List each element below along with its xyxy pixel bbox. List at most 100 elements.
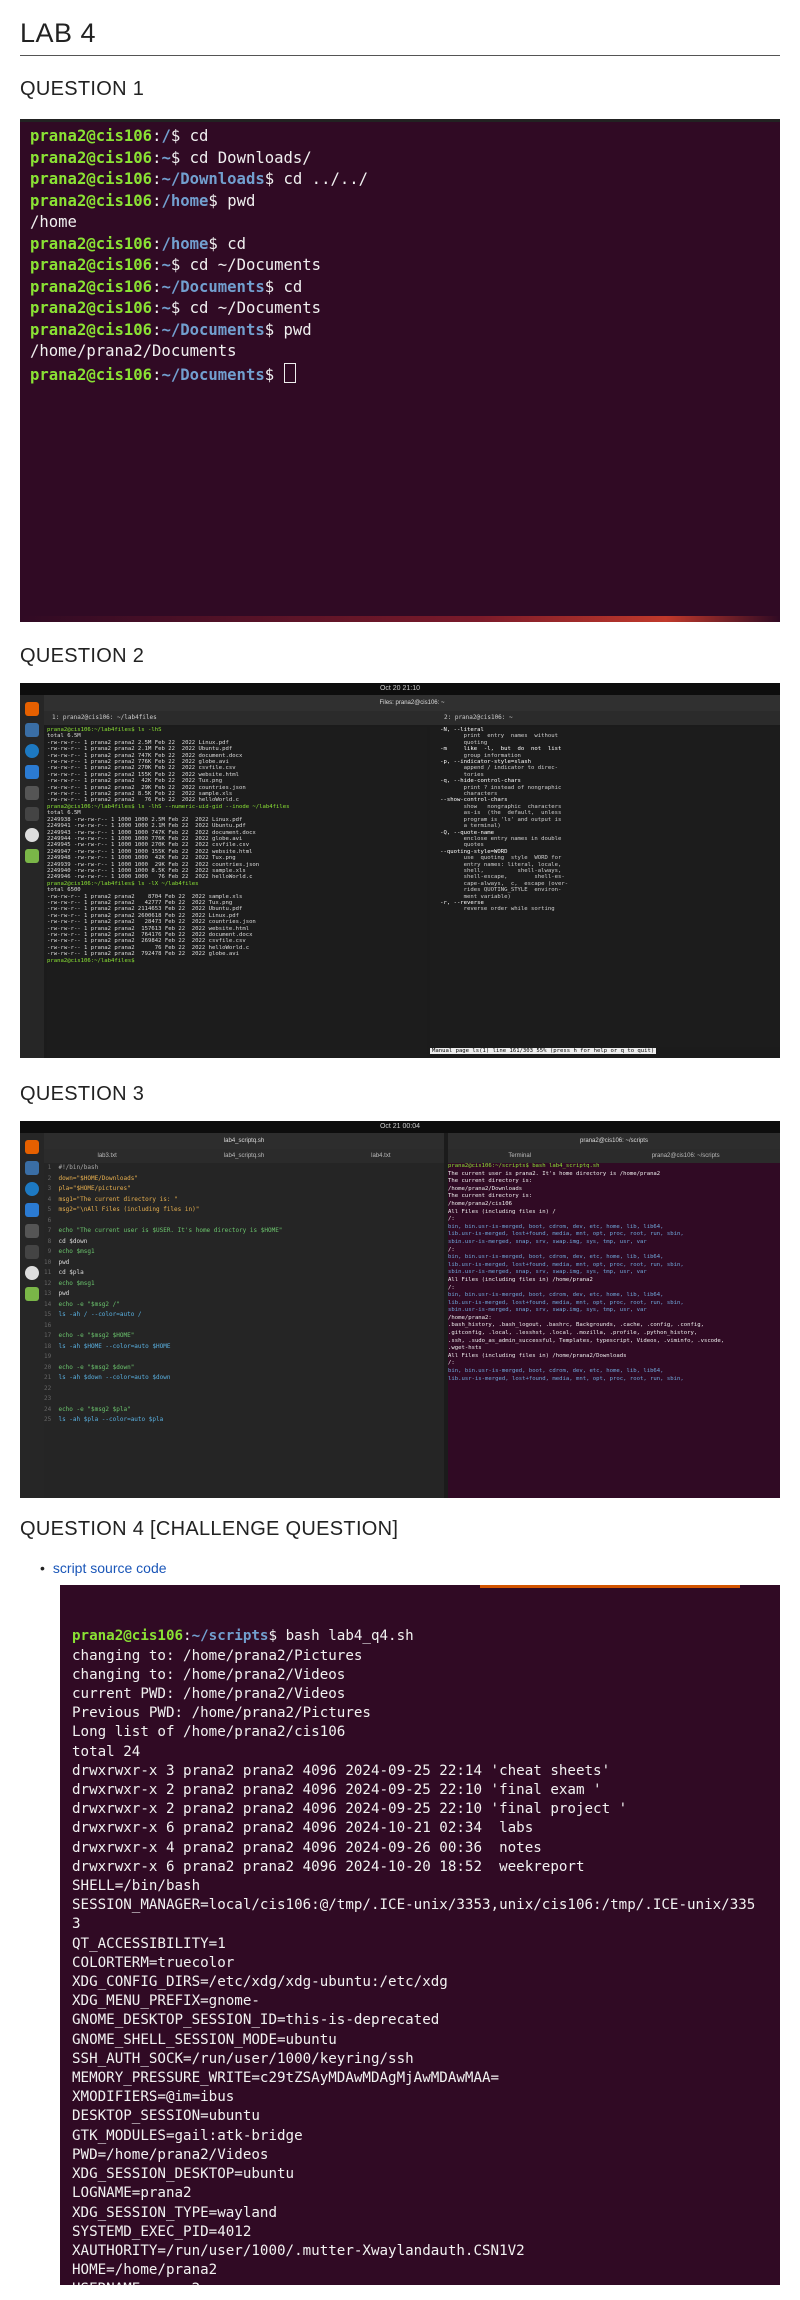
prompt-path: /home [161, 191, 209, 210]
code-line: 25 ls -ah $pla --color=auto $pla [44, 1415, 444, 1426]
terminal-pane-ls-output: prana2@cis106:~/lab4files$ ls -lhS total … [47, 727, 427, 1057]
command-text: cd Downloads/ [189, 148, 312, 167]
prompt-path: / [161, 127, 171, 145]
terminal-line: prana2@cis106:/$ cd [30, 127, 209, 145]
code-line: 23 [44, 1394, 444, 1405]
line-number: 15 [44, 1311, 59, 1318]
code-line: 18 ls -ah $HOME --color=auto $HOME [44, 1342, 444, 1353]
code-text: msg1="The current directory is: " [58, 1195, 178, 1203]
code-line: 8 cd $down [44, 1237, 444, 1248]
command-text: bash lab4_q4.sh [285, 1628, 414, 1645]
terminal-line: 3 [72, 1916, 81, 1933]
code-text: ls -ah $HOME --color=auto $HOME [58, 1342, 171, 1350]
editor-code-area[interactable]: 1 #!/bin/bash 2 down="$HOME/Downloads" 3… [44, 1163, 444, 1498]
question-3-heading: QUESTION 3 [20, 1083, 145, 1105]
question-3-desktop-screenshot: Oct 21 00:04 lab4_scriptq.sh lab3.txt lab… [20, 1121, 780, 1498]
code-text: pla="$HOME/pictures" [58, 1185, 131, 1192]
code-line: 11 cd $pla [44, 1268, 444, 1279]
tab-right[interactable]: 2: prana2@cis106: ~ [444, 714, 513, 721]
terminal-tab[interactable]: Terminal [508, 1153, 531, 1159]
terminal-line: The current directory is: [448, 1178, 533, 1185]
code-text: ls -ah $pla --color=auto $pla [58, 1416, 164, 1423]
terminal-line: sbin.usr-is-merged, snap, srv, swap.img,… [448, 1307, 647, 1314]
firefox-icon [25, 702, 39, 716]
prompt-user: prana2@cis106 [30, 320, 153, 339]
terminal-line: current PWD: /home/prana2/Videos [72, 1686, 346, 1703]
code-text: ls -ah $down --color=auto $down [58, 1374, 171, 1381]
line-number: 19 [44, 1353, 59, 1360]
trash-icon [25, 849, 39, 863]
terminal-titlebar: Files: prana2@cis106: ~ [44, 695, 780, 711]
editor-title: lab4_scriptq.sh [223, 1138, 265, 1144]
line-number: 7 [44, 1227, 59, 1234]
line-number: 17 [44, 1332, 59, 1339]
command-text: cd ~/Documents [189, 299, 322, 317]
dock [20, 695, 44, 1058]
terminal-line: SHELL=/bin/bash [72, 1878, 201, 1895]
code-line: 1 #!/bin/bash [44, 1163, 444, 1174]
command-text: cd [283, 277, 303, 296]
line-number: 6 [44, 1216, 59, 1224]
terminal-tab[interactable]: prana2@cis106: ~/scripts [652, 1153, 720, 1159]
terminal-line: sbin.usr-is-merged, snap, srv, swap.img,… [448, 1269, 647, 1276]
line-number: 21 [44, 1374, 59, 1381]
terminal-line: /: [448, 1360, 455, 1367]
code-line: 3 pla="$HOME/pictures" [44, 1184, 444, 1195]
terminal-top-accent [480, 1585, 740, 1588]
code-text: msg2="\nAll Files (including files in)" [58, 1206, 200, 1213]
terminal-line: .bash_history, .bash_logout, .bashrc, Ba… [448, 1322, 704, 1329]
line-number: 22 [44, 1384, 59, 1392]
code-line: 15 ls -ah / --color=auto / [44, 1310, 444, 1321]
prompt-path: ~/scripts [191, 1628, 269, 1645]
prompt-user: prana2@cis106 [30, 365, 153, 384]
help-icon [25, 744, 39, 758]
terminal-line: prana2@cis106:~$ cd ~/Documents [30, 299, 322, 317]
line-number: 3 [44, 1185, 59, 1192]
code-line: 4 msg1="The current directory is: " [44, 1195, 444, 1206]
terminal-line: SYSTEMD_EXEC_PID=4012 [72, 2223, 252, 2240]
command-text: pwd [227, 191, 256, 210]
terminal-line: bin, bin.usr-is-merged, boot, cdrom, dev… [448, 1254, 664, 1261]
terminal-line: prana2@cis106:~/Documents$ pwd [30, 320, 312, 339]
terminal-icon [25, 1245, 39, 1259]
tab-left[interactable]: 1: prana2@cis106: ~/lab4files [52, 714, 157, 721]
terminal-line: prana2@cis106:~$ cd Downloads/ [30, 148, 312, 167]
editor-tab[interactable]: lab4_scriptq.sh [224, 1153, 264, 1159]
command-text: cd [227, 234, 246, 253]
code-line: 14 echo -e "$msg2 /" [44, 1300, 444, 1311]
command-text: pwd [283, 320, 312, 339]
editor-tab[interactable]: lab3.txt [97, 1153, 116, 1159]
code-line: 6 [44, 1216, 444, 1227]
terminal-line: The current user is prana2. It's home di… [448, 1170, 661, 1177]
prompt-path: ~/Documents [161, 365, 265, 384]
terminal-line: .gitconfig, .local, .lesshst, .local, .m… [448, 1330, 698, 1337]
line-number: 25 [44, 1416, 59, 1423]
terminal-line: Long list of /home/prana2/cis106 [72, 1724, 346, 1741]
terminal-line: .wget-hsts [448, 1345, 482, 1352]
line-number: 5 [44, 1206, 59, 1213]
code-line: 22 [44, 1384, 444, 1395]
terminal-line: changing to: /home/prana2/Pictures [72, 1647, 363, 1664]
output-text: /home/prana2/Documents [30, 342, 237, 360]
terminal-line: SSH_AUTH_SOCK=/run/user/1000/keyring/ssh [72, 2050, 414, 2067]
code-line: 20 echo -e "$msg2 $down" [44, 1363, 444, 1374]
terminal-line: bin, bin.usr-is-merged, boot, cdrom, dev… [448, 1292, 664, 1299]
terminal-line: drwxrwxr-x 2 prana2 prana2 4096 2024-09-… [72, 1782, 602, 1799]
terminal-line: drwxrwxr-x 6 prana2 prana2 4096 2024-10-… [72, 1820, 534, 1837]
prompt-path: ~ [161, 256, 171, 274]
line-number: 9 [44, 1248, 59, 1255]
question-1-heading: QUESTION 1 [20, 78, 145, 100]
terminal-line: drwxrwxr-x 3 prana2 prana2 4096 2024-09-… [72, 1762, 611, 1779]
terminal-line: lib.usr-is-merged, lost+found, media, mn… [448, 1375, 684, 1382]
terminal-output-area: prana2@cis106:~/scripts$ bash lab4_scrip… [448, 1163, 780, 1498]
terminal-line: /: [448, 1216, 455, 1223]
code-text: cd $down [58, 1237, 88, 1245]
terminal-line: The current directory is: [448, 1193, 533, 1200]
prompt-user: prana2@cis106 [72, 1628, 184, 1645]
editor-tab[interactable]: lab4.txt [371, 1153, 390, 1159]
list-item: script source code [40, 1560, 167, 1576]
terminal-line: /home [30, 212, 770, 234]
code-text: echo -e "$msg2 $down" [58, 1363, 135, 1371]
terminal-line: prana2@cis106:~/Documents$ [30, 362, 770, 387]
script-source-link[interactable]: script source code [53, 1560, 167, 1576]
